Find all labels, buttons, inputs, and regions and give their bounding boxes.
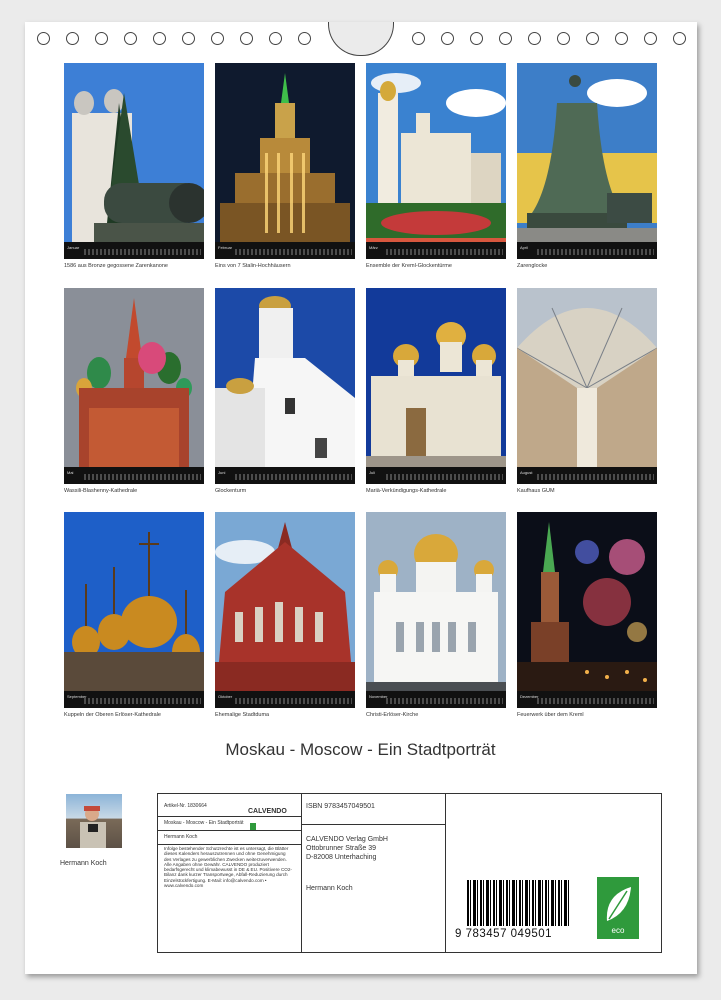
photo-caption: Feuerwerk über dem Kreml: [517, 712, 584, 718]
photo-caption: Ensemble der Kreml-Glockentürme: [366, 263, 452, 269]
calendar-strip: Juni: [215, 467, 355, 484]
calendar-strip: September: [64, 691, 204, 708]
photo-upper-saviour-cupolas: [64, 512, 204, 708]
month-label: März: [369, 245, 378, 250]
eco-label: eco: [611, 926, 625, 935]
publisher-name: CALVENDO Verlag GmbH: [306, 836, 388, 843]
calvendo-logo-text: CALVENDO: [248, 808, 287, 815]
binding-hole: [124, 32, 137, 45]
product-info-column: Artikel-Nr. 1830664 CALVENDO Moskau - Mo…: [158, 794, 302, 952]
month-label: Juni: [218, 470, 226, 475]
author-photo: [66, 794, 122, 848]
photo-tsar-cannon: [64, 63, 204, 259]
photo-caption: Ehemalige Stadtduma: [215, 712, 270, 718]
article-number: Artikel-Nr. 1830664: [164, 803, 207, 809]
month-label: August: [520, 470, 533, 475]
photo-tsar-bell: [517, 63, 657, 259]
binding-hole: [586, 32, 599, 45]
photo-caption: Kaufhaus GUM: [517, 488, 555, 494]
binding-hole: [557, 32, 570, 45]
product-author: Hermann Koch: [164, 834, 198, 840]
month-label: Oktober: [218, 694, 233, 699]
binding-hole: [211, 32, 224, 45]
binding-hole: [269, 32, 282, 45]
binding-hole: [66, 32, 79, 45]
binding-hole: [412, 32, 425, 45]
binding-hole: [182, 32, 195, 45]
photo-kremlin-fireworks: [517, 512, 657, 708]
month-label: Mai: [67, 470, 74, 475]
copyright-notice: Infolge bestehender Schutzrechte ist es …: [164, 846, 292, 889]
calendar-title: Moskau - Moscow - Ein Stadtporträt: [225, 740, 496, 759]
barcode-digits: 9 783457 049501: [455, 928, 553, 940]
isbn-barcode: [467, 880, 571, 926]
photo-caption: 1586 aus Bronze gegossene Zarenkanone: [64, 263, 168, 269]
photo-stalin-skyscraper: [215, 63, 355, 259]
binding-hole: [153, 32, 166, 45]
month-label: Juli: [369, 470, 376, 475]
publisher-author: Hermann Koch: [306, 885, 353, 892]
photo-bell-tower: [215, 288, 355, 484]
calendar-strip: August: [517, 467, 657, 484]
binding-hole: [499, 32, 512, 45]
photo-annunciation-cathedral: [366, 288, 506, 484]
photo-caption: Zarenglocke: [517, 263, 548, 269]
binding-hole: [37, 32, 50, 45]
binding-hole: [644, 32, 657, 45]
photo-caption: Glockenturm: [215, 488, 247, 494]
photo-kremlin-bell-towers: [366, 63, 506, 259]
product-title: Moskau - Moscow - Ein Stadtporträt: [164, 820, 244, 826]
calendar-strip: November: [366, 691, 506, 708]
binding-hole: [470, 32, 483, 45]
calendar-strip: Februar: [215, 242, 355, 259]
calendar-strip: Mai: [64, 467, 204, 484]
photo-caption: Mariä-Verkündigungs-Kathedrale: [366, 488, 447, 494]
month-label: Februar: [218, 245, 233, 250]
calendar-strip: Juli: [366, 467, 506, 484]
month-label: April: [520, 245, 529, 250]
calendar-strip: März: [366, 242, 506, 259]
binding-hole: [441, 32, 454, 45]
author-name: Hermann Koch: [60, 860, 107, 867]
calendar-strip: Dezember: [517, 691, 657, 708]
photo-former-city-duma: [215, 512, 355, 708]
month-label: Januar: [67, 245, 80, 250]
publisher-city: D-82008 Unterhaching: [306, 854, 377, 861]
calendar-strip: April: [517, 242, 657, 259]
binding-hole: [673, 32, 686, 45]
publisher-info-box: Artikel-Nr. 1830664 CALVENDO Moskau - Mo…: [157, 793, 662, 953]
calvendo-logo: CALVENDO: [248, 800, 296, 831]
photo-gum-department-store: [517, 288, 657, 484]
eco-badge: eco: [597, 877, 639, 939]
photo-st-basils-cathedral: [64, 288, 204, 484]
binding-hole: [298, 32, 311, 45]
binding-hole: [240, 32, 253, 45]
month-label: November: [369, 694, 388, 699]
photo-caption: Kuppeln der Oberen Erlöser-Kathedrale: [64, 712, 161, 718]
photo-caption: Eins von 7 Stalin-Hochhäusern: [215, 263, 291, 269]
photo-christ-the-saviour-cathedral: [366, 512, 506, 708]
photo-caption: Christi-Erlöser-Kirche: [366, 712, 419, 718]
binding-hole: [528, 32, 541, 45]
calendar-strip: Januar: [64, 242, 204, 259]
isbn: ISBN 9783457049501: [306, 803, 375, 810]
publisher-street: Ottobrunner Straße 39: [306, 845, 377, 852]
binding-hole: [95, 32, 108, 45]
publisher-column: ISBN 9783457049501 CALVENDO Verlag GmbH …: [302, 794, 446, 952]
binding-hole: [615, 32, 628, 45]
photo-caption: Wassili-Blashenny-Kathedrale: [64, 488, 138, 494]
calendar-strip: Oktober: [215, 691, 355, 708]
month-label: Dezember: [520, 694, 539, 699]
